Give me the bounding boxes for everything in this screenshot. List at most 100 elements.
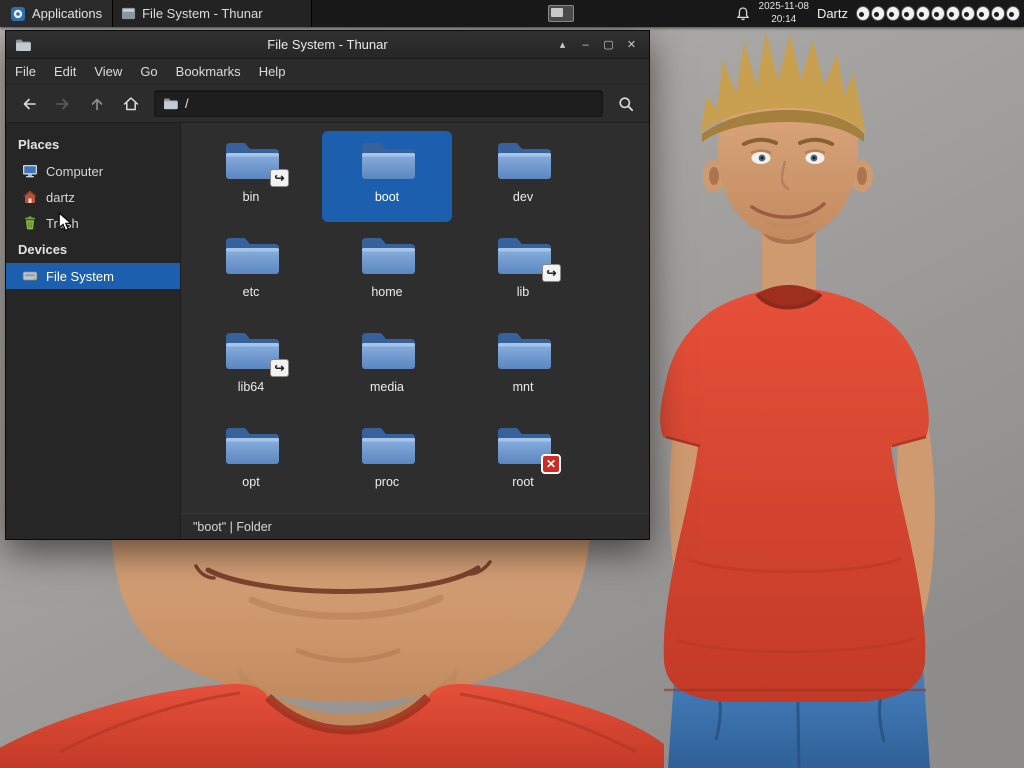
places-header: Places	[18, 137, 60, 152]
file-item-dev[interactable]: dev	[458, 131, 588, 222]
sidebar-item-file-system[interactable]: File System	[6, 263, 180, 289]
folder-icon	[359, 423, 415, 469]
file-label: opt	[242, 475, 260, 489]
applications-label: Applications	[32, 6, 103, 21]
applications-menu-button[interactable]: Applications	[0, 0, 113, 27]
status-bar: "boot" | Folder	[181, 513, 649, 539]
sidebar-item-computer[interactable]: Computer	[6, 158, 180, 184]
mouse-cursor	[58, 212, 73, 232]
file-item-lib[interactable]: ↪ lib	[458, 226, 588, 317]
file-label: home	[371, 285, 403, 299]
no-access-emblem-icon: ✕	[541, 454, 561, 474]
up-arrow-icon	[91, 98, 103, 110]
home-button[interactable]	[116, 90, 146, 118]
folder-icon	[223, 423, 279, 469]
menu-view[interactable]: View	[85, 59, 131, 85]
menubar: File Edit View Go Bookmarks Help	[6, 59, 649, 85]
eye-icon	[931, 6, 945, 21]
home-icon	[23, 190, 37, 203]
taskbar-window-button[interactable]: File System - Thunar	[112, 0, 313, 27]
file-item-lib64[interactable]: ↪ lib64	[186, 321, 316, 412]
close-button[interactable]: ✕	[620, 32, 643, 58]
file-item-opt[interactable]: opt	[186, 416, 316, 507]
clock[interactable]: 2025-11-08 20:14	[759, 1, 809, 26]
file-item-etc[interactable]: etc	[186, 226, 316, 317]
path-text: /	[185, 96, 189, 111]
file-label: dev	[512, 190, 534, 204]
notification-bell-icon[interactable]	[735, 6, 751, 22]
file-pane: ↪ bin boot dev etc home ↪ lib ↪ lib64 me…	[181, 123, 649, 539]
file-item-home[interactable]: home	[322, 226, 452, 317]
titlebar[interactable]: File System - Thunar ▴ – ▢ ✕	[6, 31, 649, 59]
window-icon	[15, 38, 31, 52]
path-bar[interactable]: /	[154, 90, 603, 117]
file-item-mnt[interactable]: mnt	[458, 321, 588, 412]
eye-icon	[901, 6, 915, 21]
eye-icon	[991, 6, 1005, 21]
folder-icon	[223, 233, 279, 279]
file-grid: ↪ bin boot dev etc home ↪ lib ↪ lib64 me…	[181, 123, 649, 513]
menu-help[interactable]: Help	[250, 59, 295, 85]
search-icon	[619, 96, 634, 111]
menu-file[interactable]: File	[6, 59, 45, 85]
file-label: proc	[374, 475, 400, 489]
file-item-proc[interactable]: proc	[322, 416, 452, 507]
status-text: "boot" | Folder	[193, 519, 272, 534]
menu-go[interactable]: Go	[131, 59, 166, 85]
eye-icon	[916, 6, 930, 21]
task-button-label: File System - Thunar	[142, 6, 263, 21]
thunar-window-icon	[122, 7, 136, 20]
eye-icon	[886, 6, 900, 21]
drive-icon	[22, 271, 38, 281]
clock-time: 20:14	[771, 13, 797, 25]
folder-icon	[495, 328, 551, 374]
menu-bookmarks[interactable]: Bookmarks	[167, 59, 250, 85]
thunar-window: File System - Thunar ▴ – ▢ ✕ File Edit V…	[5, 30, 650, 540]
file-label: media	[369, 380, 405, 394]
sidebar-item-label: File System	[46, 268, 114, 284]
eye-icon	[946, 6, 960, 21]
sidebar-item-trash[interactable]: Trash	[6, 210, 180, 236]
maximize-button[interactable]: ▢	[597, 32, 620, 58]
menu-edit[interactable]: Edit	[45, 59, 85, 85]
file-label: mnt	[512, 380, 534, 394]
devices-header: Devices	[18, 242, 68, 257]
applications-icon	[11, 6, 25, 21]
eye-icon	[1006, 6, 1020, 21]
toolbar: /	[6, 85, 649, 123]
file-label: boot	[374, 190, 400, 204]
eye-icon	[871, 6, 885, 21]
search-button[interactable]	[611, 90, 641, 118]
top-panel: Applications File System - Thunar 2025-1…	[0, 0, 1024, 27]
file-item-bin[interactable]: ↪ bin	[186, 131, 316, 222]
forward-button[interactable]	[48, 90, 78, 118]
file-label: root	[512, 475, 534, 489]
trash-icon	[25, 216, 35, 230]
link-emblem-icon: ↪	[270, 359, 289, 377]
pager-window	[551, 8, 564, 17]
eyes-applet	[856, 6, 1020, 21]
user-label: Dartz	[816, 6, 848, 21]
shade-button[interactable]: ▴	[551, 32, 574, 58]
computer-icon	[23, 165, 37, 178]
sidebar: Places Computer dartz Devices File Syste…	[6, 123, 181, 539]
back-button[interactable]	[14, 90, 44, 118]
back-arrow-icon	[23, 98, 36, 109]
sidebar-item-home[interactable]: dartz	[6, 184, 180, 210]
link-emblem-icon: ↪	[542, 264, 561, 282]
file-item-boot[interactable]: boot	[322, 131, 452, 222]
link-emblem-icon: ↪	[270, 169, 289, 187]
file-item-root[interactable]: ✕ root	[458, 416, 588, 507]
clock-date: 2025-11-08	[758, 1, 809, 12]
desktop: Applications File System - Thunar 2025-1…	[0, 0, 1024, 768]
folder-icon	[359, 328, 415, 374]
show-desktop-icon[interactable]	[548, 5, 575, 22]
sidebar-item-label: Computer	[46, 163, 104, 179]
sidebar-item-label: dartz	[46, 189, 75, 205]
file-item-media[interactable]: media	[322, 321, 452, 412]
forward-arrow-icon	[56, 98, 69, 109]
window-body: Places Computer dartz Devices File Syste…	[6, 123, 649, 539]
panel-tray: 2025-11-08 20:14 Dartz	[735, 0, 1024, 27]
minimize-button[interactable]: –	[574, 32, 597, 58]
up-button[interactable]	[82, 90, 112, 118]
